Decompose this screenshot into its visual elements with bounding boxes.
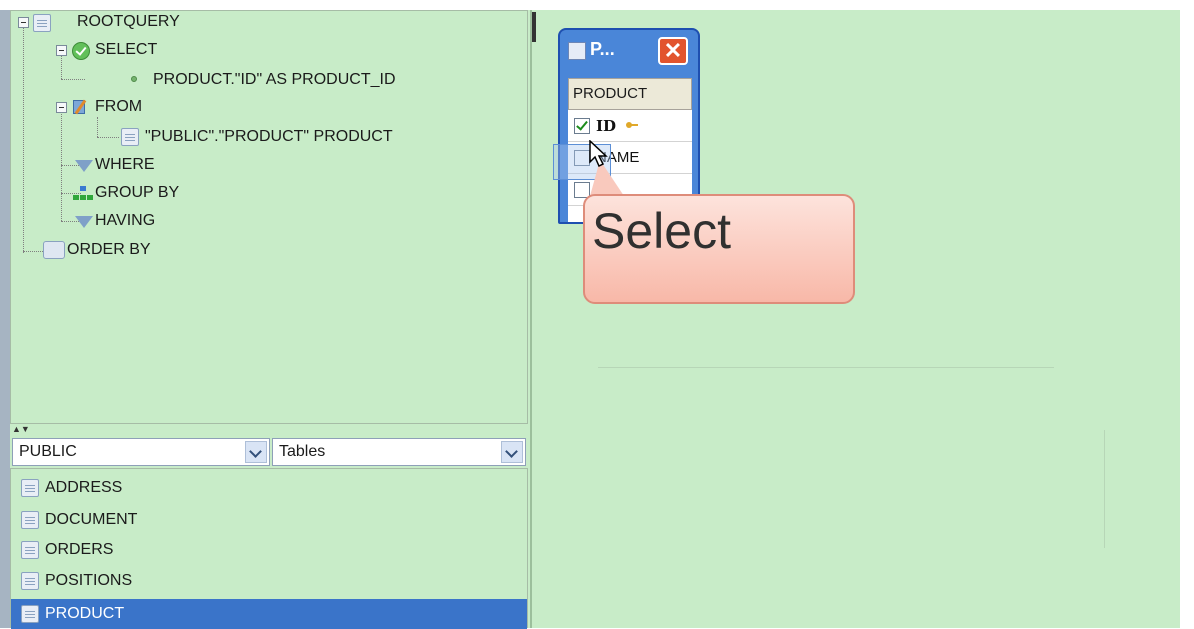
tree-node-label: ROOTQUERY <box>77 13 180 30</box>
chevron-down-icon[interactable] <box>245 441 267 463</box>
table-icon <box>21 541 39 559</box>
tree-node-having[interactable]: HAVING <box>95 210 155 232</box>
tree-node-label: GROUP BY <box>95 184 180 201</box>
list-item-label: DOCUMENT <box>45 511 138 528</box>
tree-node-select[interactable]: SELECT <box>95 39 157 61</box>
tree-node-label: SELECT <box>95 41 158 58</box>
tree-node-select-item[interactable]: PRODUCT."ID" AS PRODUCT_ID <box>153 69 396 91</box>
tree-node-label: WHERE <box>95 156 155 173</box>
tree-node-label: HAVING <box>95 212 156 229</box>
list-item[interactable]: DOCUMENT <box>11 505 527 535</box>
tree-node-label: "PUBLIC"."PRODUCT" PRODUCT <box>145 128 393 145</box>
faint-guide-line <box>598 367 1054 368</box>
schema-select[interactable]: PUBLIC <box>12 438 270 466</box>
tree-node-from[interactable]: FROM <box>95 96 142 118</box>
column-row-id[interactable]: ID <box>568 112 692 142</box>
cursor-icon <box>589 140 608 168</box>
order-icon <box>43 241 65 259</box>
check-circle-icon <box>72 42 90 60</box>
folder-doc-icon <box>33 14 51 32</box>
tree-node-label: ORDER BY <box>67 241 151 258</box>
collapse-toggle-select[interactable] <box>56 45 67 56</box>
tree-line <box>23 251 43 252</box>
funnel-icon <box>75 216 93 228</box>
tree-node-rootquery[interactable]: ROOTQUERY <box>77 11 180 33</box>
tree-line <box>97 137 119 138</box>
dot-icon <box>131 76 137 82</box>
tree-node-order-by[interactable]: ORDER BY <box>67 239 151 261</box>
left-top-border <box>0 0 530 10</box>
tree-node-label: PRODUCT."ID" AS PRODUCT_ID <box>153 71 396 88</box>
collapse-toggle-from[interactable] <box>56 102 67 113</box>
tree-line <box>61 79 85 80</box>
list-item-selected[interactable]: PRODUCT <box>11 599 527 629</box>
table-icon <box>21 605 39 623</box>
schema-select-value: PUBLIC <box>19 443 77 460</box>
tree-line <box>97 117 98 137</box>
table-window-title: P... <box>590 39 615 59</box>
table-icon <box>568 42 586 60</box>
list-item-label: ORDERS <box>45 541 114 558</box>
key-icon <box>626 120 638 130</box>
table-icon <box>121 128 139 146</box>
canvas-top-border <box>530 0 1194 10</box>
tree-node-where[interactable]: WHERE <box>95 154 155 176</box>
tree-node-label: FROM <box>95 98 143 115</box>
collapse-toggle-rootquery[interactable] <box>18 17 29 28</box>
close-icon[interactable]: ✕ <box>658 37 688 65</box>
chevron-down-icon[interactable] <box>501 441 523 463</box>
tree-node-from-item[interactable]: "PUBLIC"."PRODUCT" PRODUCT <box>145 126 393 148</box>
table-icon <box>21 479 39 497</box>
canvas-right-edge <box>1180 10 1194 628</box>
list-item[interactable]: POSITIONS <box>11 566 527 596</box>
splitter-arrows[interactable]: ▲▼ <box>12 424 32 434</box>
callout-text: Select <box>592 203 731 259</box>
list-item-label: ADDRESS <box>45 479 123 496</box>
object-type-select-value: Tables <box>279 443 326 460</box>
query-tree-panel: ROOTQUERY SELECT PRODUCT."ID" AS PRODUCT… <box>10 10 528 424</box>
tree-line <box>61 107 62 221</box>
list-item[interactable]: ORDERS <box>11 535 527 565</box>
column-name: ID <box>596 117 617 135</box>
faint-guide-line <box>1104 430 1105 548</box>
splitter-handle[interactable] <box>532 12 536 42</box>
table-icon <box>21 572 39 590</box>
table-icon <box>21 511 39 529</box>
tree-node-group-by[interactable]: GROUP BY <box>95 182 179 204</box>
group-icon <box>73 186 93 202</box>
tree-line <box>23 23 24 253</box>
left-window-edge <box>0 10 10 628</box>
list-item[interactable]: ADDRESS <box>11 473 527 503</box>
list-item-label: POSITIONS <box>45 572 133 589</box>
funnel-icon <box>75 160 93 172</box>
column-checkbox-id[interactable] <box>574 118 590 134</box>
table-list: ADDRESS DOCUMENT ORDERS POSITIONS PRODUC… <box>10 468 528 629</box>
from-icon <box>71 98 91 116</box>
object-type-select[interactable]: Tables <box>272 438 526 466</box>
canvas-left-edge <box>530 10 540 628</box>
table-header: PRODUCT <box>568 78 692 110</box>
list-item-label: PRODUCT <box>45 605 125 622</box>
